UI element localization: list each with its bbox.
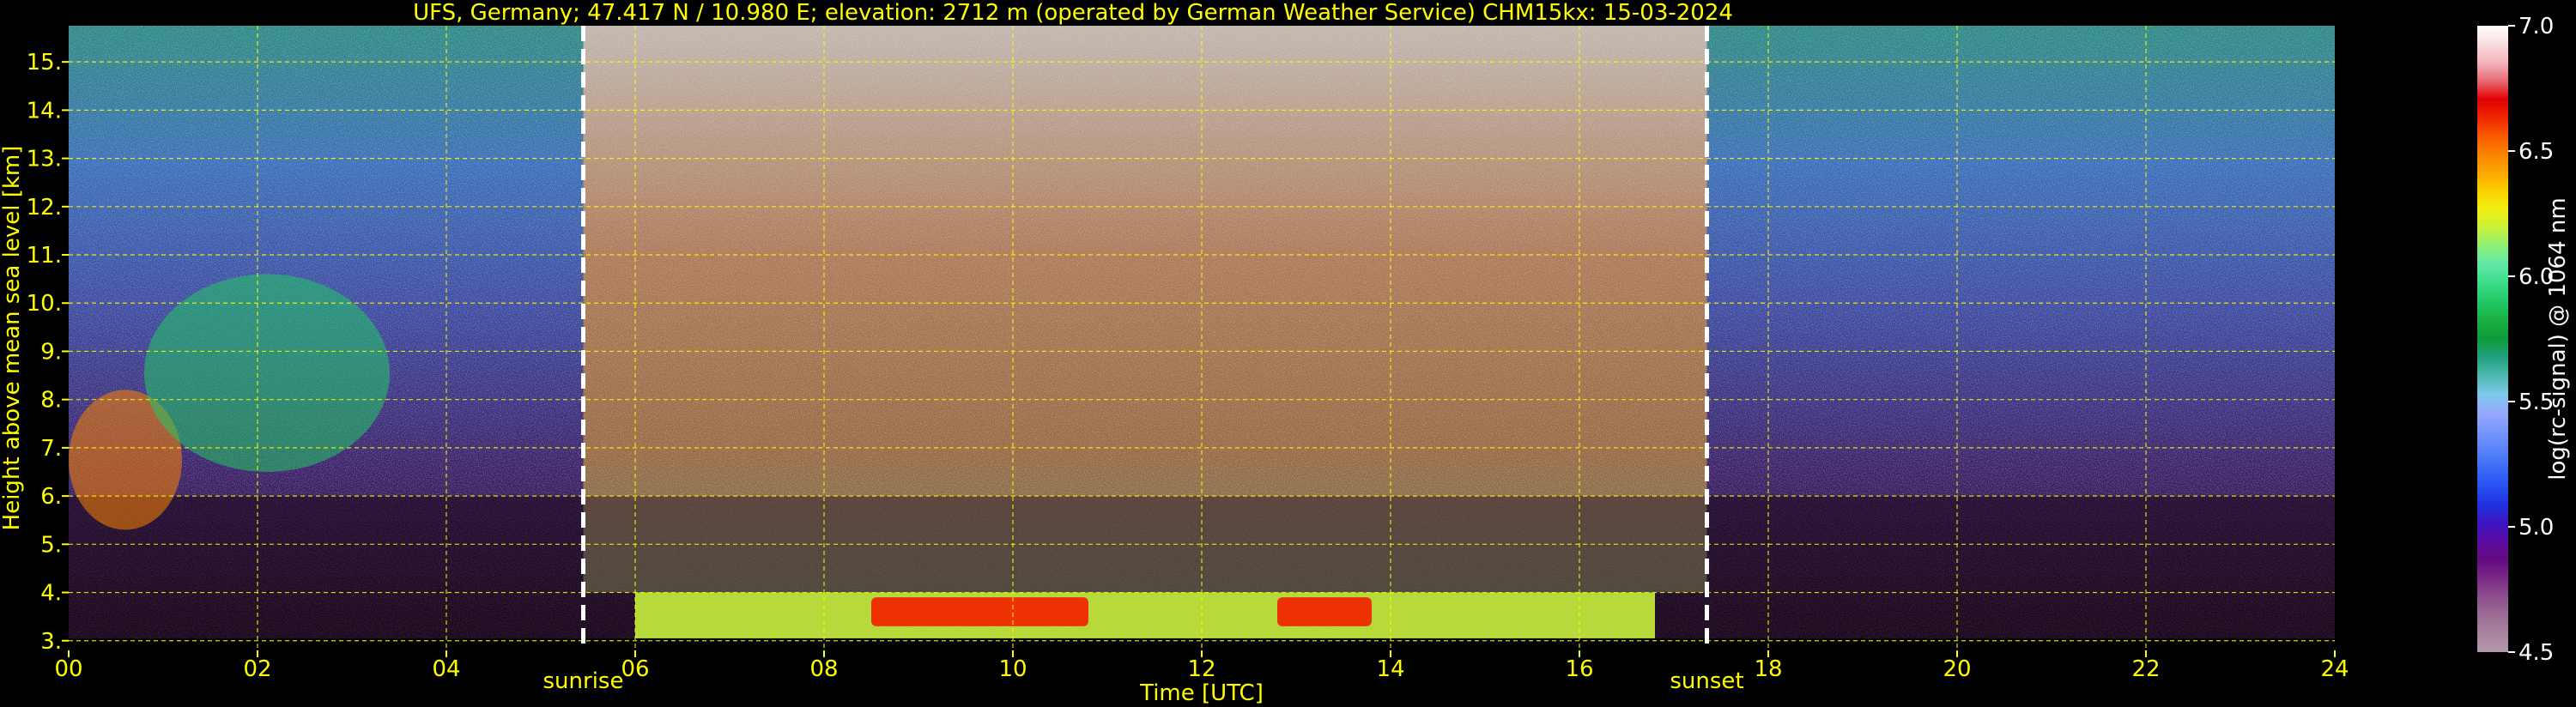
y-tick-label: 14. bbox=[27, 98, 62, 124]
colorbar: 4.55.05.56.06.57.0 log(rc-signal) @ 1064… bbox=[2477, 14, 2571, 666]
colorbar-tick-label: 7.0 bbox=[2518, 14, 2554, 39]
colorbar-scale bbox=[2477, 26, 2508, 652]
colorbar-tick-label: 5.0 bbox=[2518, 515, 2554, 541]
x-axis-label: Time [UTC] bbox=[1139, 680, 1264, 706]
x-tick-label: 08 bbox=[809, 656, 838, 682]
x-tick-label: 24 bbox=[2320, 656, 2349, 682]
boundary-layer-core bbox=[871, 597, 1088, 626]
x-tick-label: 02 bbox=[243, 656, 271, 682]
x-tick-label: 20 bbox=[1943, 656, 1971, 682]
plot-area bbox=[69, 26, 2335, 650]
daylight-noise-region bbox=[583, 26, 1707, 593]
event-label: sunrise bbox=[543, 668, 624, 694]
x-tick-label: 18 bbox=[1754, 656, 1782, 682]
colorbar-tick-label: 6.5 bbox=[2518, 139, 2554, 165]
y-tick-label: 6. bbox=[40, 484, 62, 510]
boundary-layer-core bbox=[1277, 597, 1372, 626]
y-tick-label: 8. bbox=[40, 388, 62, 414]
y-tick-label: 5. bbox=[40, 532, 62, 558]
y-tick-label: 3. bbox=[40, 629, 62, 655]
x-tick-label: 00 bbox=[54, 656, 82, 682]
y-tick-label: 13. bbox=[27, 147, 62, 172]
cloud-layer bbox=[144, 274, 390, 472]
x-tick-label: 14 bbox=[1376, 656, 1404, 682]
y-tick-label: 15. bbox=[27, 50, 62, 76]
boundary-layer bbox=[635, 592, 1655, 641]
y-axis-label: Height above mean sea level [km] bbox=[0, 146, 25, 531]
y-tick-label: 9. bbox=[40, 339, 62, 365]
x-axis-ticks: 00 02 04 06 08 10 12 14 16 18 20 22 24 bbox=[54, 650, 2349, 682]
event-label: sunset bbox=[1670, 668, 1743, 694]
x-tick-label: 12 bbox=[1187, 656, 1215, 682]
y-tick-label: 10. bbox=[27, 291, 62, 317]
chart-title: UFS, Germany; 47.417 N / 10.980 E; eleva… bbox=[413, 0, 1733, 26]
x-tick-label: 22 bbox=[2131, 656, 2160, 682]
y-tick-label: 4. bbox=[40, 581, 62, 607]
x-tick-label: 16 bbox=[1565, 656, 1593, 682]
y-tick-label: 11. bbox=[27, 243, 62, 269]
colorbar-tick-label: 4.5 bbox=[2518, 640, 2554, 666]
y-tick-label: 7. bbox=[40, 436, 62, 462]
ceilometer-chart: UFS, Germany; 47.417 N / 10.980 E; eleva… bbox=[0, 0, 2571, 706]
x-tick-label: 10 bbox=[998, 656, 1027, 682]
colorbar-label: log(rc-signal) @ 1064 nm bbox=[2545, 197, 2571, 480]
x-tick-label: 04 bbox=[432, 656, 460, 682]
y-tick-label: 12. bbox=[27, 195, 62, 221]
x-tick-label: 06 bbox=[621, 656, 649, 682]
y-axis-ticks: 3. 4. 5. 6. 7. 8. 9. 10. 11. 12. 13. 14. 15. bbox=[27, 50, 69, 655]
